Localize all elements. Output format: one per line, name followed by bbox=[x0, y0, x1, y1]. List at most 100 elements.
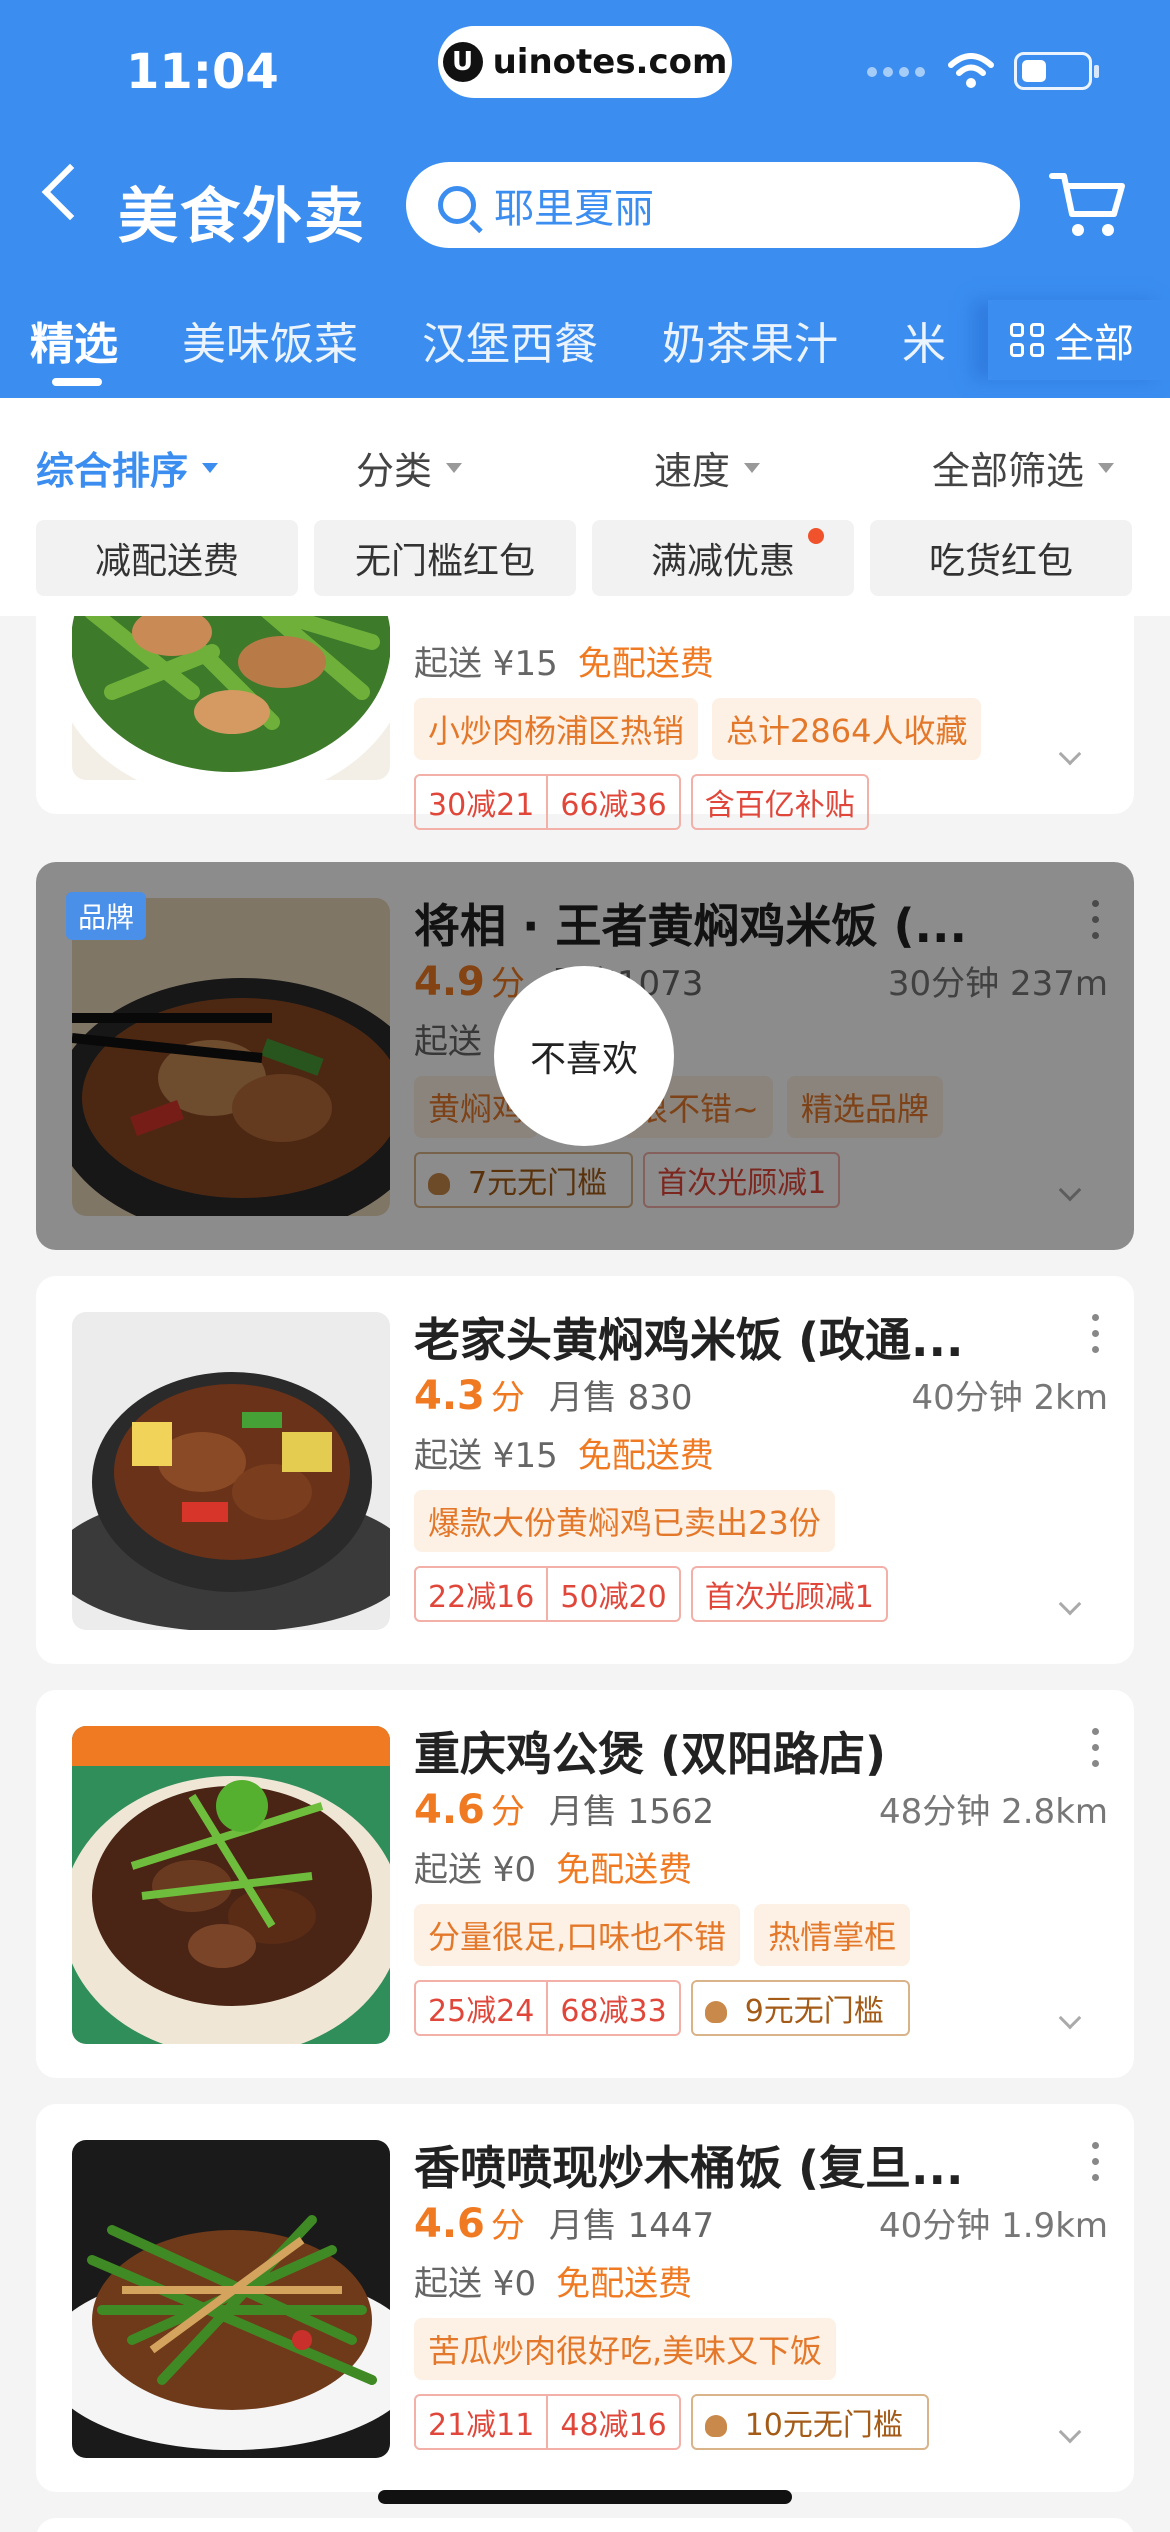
coupon-bag-icon bbox=[704, 2415, 727, 2437]
restaurant-card[interactable]: 老家头黄焖鸡米饭 (政通... 4.3 分月售 830 40分钟 2km 起送 ¥1… bbox=[36, 1276, 1134, 1664]
cart-icon[interactable] bbox=[1048, 166, 1128, 242]
status-icons bbox=[864, 52, 1099, 90]
eta-distance: 40分钟 1.9km bbox=[879, 2206, 1108, 2246]
tag: 爆款大份黄焖鸡已卖出23份 bbox=[414, 1490, 835, 1552]
promos: 25减24 68减33 9元无门槛 bbox=[414, 1980, 1108, 2036]
tab-all-button[interactable]: 全部 bbox=[988, 300, 1170, 380]
restaurant-image bbox=[72, 1312, 390, 1630]
more-options-icon[interactable] bbox=[1092, 1314, 1100, 1362]
delivery-row: 起送 ¥15 免配送费 bbox=[414, 636, 1108, 688]
score-row: 4.6 分月售 1447 40分钟 1.9km bbox=[414, 2198, 1108, 2250]
battery-icon bbox=[1014, 52, 1099, 90]
sort-label: 速度 bbox=[654, 449, 731, 493]
rating: 4.6 分 bbox=[414, 1787, 525, 1833]
eta-distance: 48分钟 2.8km bbox=[879, 1792, 1108, 1832]
home-indicator bbox=[378, 2490, 792, 2504]
promos: 22减16 50减20 首次光顾减1 bbox=[414, 1566, 1108, 1622]
restaurant-card[interactable] bbox=[36, 2518, 1134, 2532]
delivery-row: 起送 ¥0 免配送费 bbox=[414, 2256, 1108, 2308]
tab-selected[interactable]: 精选 bbox=[30, 308, 118, 386]
restaurant-image bbox=[72, 1726, 390, 2044]
restaurant-card[interactable]: 品牌 将相 · 王者黄焖鸡米饭 (... 4.9分月售107330分钟 237m… bbox=[36, 862, 1134, 1250]
rating: 4.3 分 bbox=[414, 1373, 525, 1419]
restaurant-list: 起送 ¥15 免配送费 小炒肉杨浦区热销 总计2864人收藏 30减21 66减36 含… bbox=[0, 616, 1170, 2532]
tag: 分量很足,口味也不错 bbox=[414, 1904, 741, 1966]
sort-label: 全部筛选 bbox=[932, 449, 1085, 493]
score-row: 4.6 分月售 1562 48分钟 2.8km bbox=[414, 1784, 1108, 1836]
promo-tag: 21减11 48减16 bbox=[414, 2394, 681, 2450]
chip-foodie-coupon[interactable]: 吃货红包 bbox=[870, 520, 1132, 596]
free-delivery: 免配送费 bbox=[556, 1850, 693, 1890]
sort-comprehensive[interactable]: 综合排序 bbox=[36, 440, 219, 495]
restaurant-card[interactable]: 香喷喷现炒木桶饭 (复旦... 4.6 分月售 1447 40分钟 1.9km 起送… bbox=[36, 2104, 1134, 2492]
free-delivery: 免配送费 bbox=[577, 644, 714, 684]
coupon-bag-icon bbox=[704, 2001, 727, 2023]
chip-full-discount[interactable]: 满减优惠 bbox=[592, 520, 854, 596]
restaurant-image bbox=[72, 2140, 390, 2458]
restaurant-name: 香喷喷现炒木桶饭 (复旦... bbox=[414, 2141, 964, 2192]
tag: 总计2864人收藏 bbox=[712, 698, 982, 760]
sort-category[interactable]: 分类 bbox=[356, 440, 463, 495]
watermark-text: uinotes.com bbox=[492, 42, 728, 82]
restaurant-card[interactable]: 起送 ¥15 免配送费 小炒肉杨浦区热销 总计2864人收藏 30减21 66减36 含… bbox=[36, 616, 1134, 830]
chip-no-threshold-coupon[interactable]: 无门槛红包 bbox=[314, 520, 576, 596]
tag: 小炒肉杨浦区热销 bbox=[414, 698, 699, 760]
sort-speed[interactable]: 速度 bbox=[654, 440, 761, 495]
monthly-sales: 月售 830 bbox=[548, 1378, 693, 1418]
tab-burgers[interactable]: 汉堡西餐 bbox=[422, 308, 598, 372]
eta-distance: 40分钟 2km bbox=[911, 1378, 1108, 1418]
delivery-min: 起送 ¥15 bbox=[414, 644, 558, 684]
brand-badge: 品牌 bbox=[66, 892, 147, 940]
caret-down-icon bbox=[744, 462, 761, 473]
chip-delivery-discount[interactable]: 减配送费 bbox=[36, 520, 298, 596]
score-row: 4.3 分月售 830 40分钟 2km bbox=[414, 1370, 1108, 1422]
restaurant-info: 重庆鸡公煲 (双阳路店) 4.6 分月售 1562 48分钟 2.8km 起送 ¥0… bbox=[414, 1718, 1108, 2036]
restaurant-card[interactable]: 重庆鸡公煲 (双阳路店) 4.6 分月售 1562 48分钟 2.8km 起送 ¥0… bbox=[36, 1690, 1134, 2078]
promo-tag: 22减16 50减20 bbox=[414, 1566, 681, 1622]
tags: 爆款大份黄焖鸡已卖出23份 bbox=[414, 1490, 1108, 1552]
restaurant-info: 香喷喷现炒木桶饭 (复旦... 4.6 分月售 1447 40分钟 1.9km 起送… bbox=[414, 2132, 1108, 2450]
tag: 苦瓜炒肉很好吃,美味又下饭 bbox=[414, 2318, 837, 2380]
dislike-button[interactable]: 不喜欢 bbox=[494, 966, 674, 1146]
caret-down-icon bbox=[446, 462, 463, 473]
tab-rice[interactable]: 米 bbox=[902, 308, 946, 372]
promo-tag: 9元无门槛 bbox=[690, 1980, 910, 2036]
restaurant-name: 重庆鸡公煲 (双阳路店) bbox=[414, 1727, 887, 1778]
restaurant-name: 老家头黄焖鸡米饭 (政通... bbox=[414, 1313, 964, 1364]
back-icon[interactable] bbox=[41, 163, 99, 221]
header: 11:04 Uuinotes.com 美食外卖 耶里夏丽 精选 美味饭菜 汉堡西… bbox=[0, 0, 1170, 398]
tab-meals[interactable]: 美味饭菜 bbox=[182, 308, 358, 372]
status-time: 11:04 bbox=[126, 44, 279, 100]
sort-label: 分类 bbox=[356, 449, 433, 493]
restaurant-image bbox=[72, 616, 390, 780]
promo-tag: 30减21 66减36 bbox=[414, 774, 681, 830]
more-options-icon[interactable] bbox=[1092, 2142, 1100, 2190]
promo-tag: 10元无门槛 bbox=[690, 2394, 929, 2450]
restaurant-info: 起送 ¥15 免配送费 小炒肉杨浦区热销 总计2864人收藏 30减21 66减36 含… bbox=[414, 616, 1108, 830]
tag: 热情掌柜 bbox=[754, 1904, 911, 1966]
sort-all-filters[interactable]: 全部筛选 bbox=[932, 440, 1115, 495]
delivery-min: 起送 ¥15 bbox=[414, 1436, 558, 1476]
free-delivery: 免配送费 bbox=[577, 1436, 714, 1476]
tags: 分量很足,口味也不错 热情掌柜 bbox=[414, 1904, 1108, 1966]
caret-down-icon bbox=[1098, 462, 1115, 473]
caret-down-icon bbox=[202, 462, 219, 473]
promos: 21减11 48减16 10元无门槛 bbox=[414, 2394, 1108, 2450]
search-input[interactable]: 耶里夏丽 bbox=[406, 162, 1020, 248]
delivery-row: 起送 ¥0 免配送费 bbox=[414, 1842, 1108, 1894]
delivery-row: 起送 ¥15 免配送费 bbox=[414, 1428, 1108, 1480]
tags: 苦瓜炒肉很好吃,美味又下饭 bbox=[414, 2318, 1108, 2380]
wifi-icon bbox=[948, 53, 994, 88]
promo-tag: 首次光顾减1 bbox=[690, 1566, 888, 1622]
restaurant-info: 老家头黄焖鸡米饭 (政通... 4.3 分月售 830 40分钟 2km 起送 ¥1… bbox=[414, 1304, 1108, 1622]
promo-tag: 含百亿补贴 bbox=[690, 774, 869, 830]
sort-label: 综合排序 bbox=[36, 449, 189, 493]
delivery-min: 起送 ¥0 bbox=[414, 2264, 537, 2304]
tab-drinks[interactable]: 奶茶果汁 bbox=[662, 308, 838, 372]
promos: 30减21 66减36 含百亿补贴 bbox=[414, 774, 1108, 830]
grid-icon bbox=[1010, 323, 1044, 357]
monthly-sales: 月售 1562 bbox=[548, 1792, 715, 1832]
signal-icon bbox=[864, 62, 928, 81]
more-options-icon[interactable] bbox=[1092, 1728, 1100, 1776]
tags: 小炒肉杨浦区热销 总计2864人收藏 bbox=[414, 698, 1108, 760]
